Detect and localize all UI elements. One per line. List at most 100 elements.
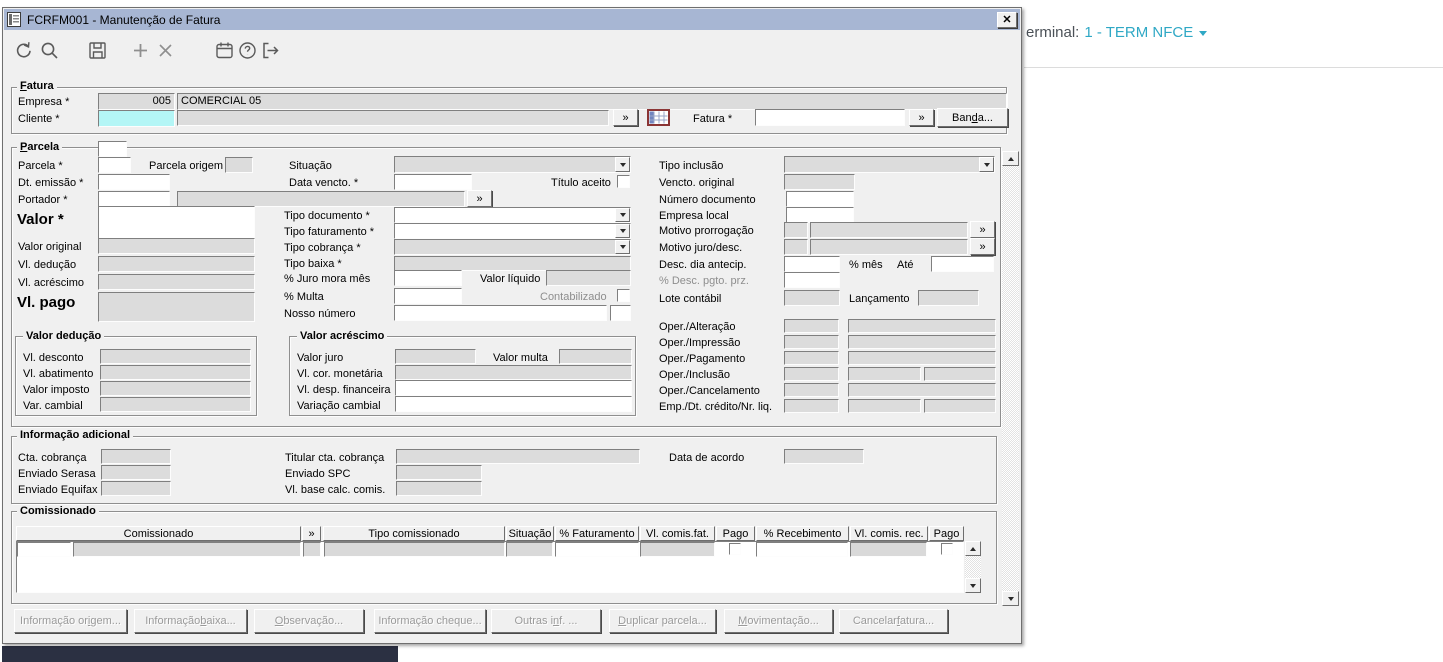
juro-mora-input[interactable] xyxy=(394,270,462,286)
scroll-down-button[interactable] xyxy=(965,578,981,593)
row-pct-recebimento-cell[interactable] xyxy=(756,542,848,557)
chevron-down-icon[interactable] xyxy=(615,224,630,238)
row-pct-faturamento-cell[interactable] xyxy=(555,542,639,557)
col-header-vl-comis-fat[interactable]: Vl. comis.fat. xyxy=(640,526,715,541)
fatura-lookup-button[interactable]: » xyxy=(909,109,934,126)
portador-input[interactable] xyxy=(98,191,170,207)
cliente-lookup-button[interactable]: » xyxy=(613,109,638,126)
tipo-inclusao-select[interactable] xyxy=(784,156,995,173)
col-header-lookup[interactable]: » xyxy=(302,526,321,541)
scroll-up-button[interactable] xyxy=(965,541,981,556)
col-header-pct-recebimento[interactable]: % Recebimento xyxy=(756,526,849,541)
situacao-label: Situação xyxy=(289,160,332,172)
save-icon[interactable] xyxy=(87,40,108,61)
chevron-down-icon[interactable] xyxy=(615,240,630,254)
observacao-button[interactable]: Observação... xyxy=(254,609,364,633)
grid-icon-button[interactable] xyxy=(647,109,670,126)
nosso-numero-label: Nosso número xyxy=(284,308,356,320)
chevron-down-icon xyxy=(1199,31,1208,36)
fatura-label: Fatura * xyxy=(693,113,733,125)
tipo-cobranca-select[interactable] xyxy=(394,239,631,255)
movimentacao-button[interactable]: Movimentação... xyxy=(724,609,833,633)
dt-emissao-input[interactable] xyxy=(98,174,170,190)
outras-inf-button[interactable]: Outras i n f. ... xyxy=(491,609,601,633)
col-header-comissionado[interactable]: Comissionado xyxy=(16,526,301,541)
col-header-situacao[interactable]: Situação xyxy=(506,526,554,541)
tipo-documento-select[interactable] xyxy=(394,207,631,223)
parcela-input[interactable] xyxy=(98,157,131,173)
variacao-cambial-input[interactable] xyxy=(395,396,632,412)
chevron-down-icon[interactable] xyxy=(615,208,630,222)
desc-dia-antecip-input[interactable] xyxy=(784,256,840,272)
row-pago-rec-checkbox[interactable] xyxy=(941,543,953,555)
valor-liquido-field xyxy=(546,270,631,286)
form-scrollbar[interactable] xyxy=(1002,151,1019,606)
help-icon[interactable] xyxy=(237,40,258,61)
tipo-inclusao-label: Tipo inclusão xyxy=(659,160,724,172)
fatura-input[interactable] xyxy=(755,109,905,126)
cliente-input[interactable] xyxy=(98,110,175,127)
motivo-prorrogacao-lookup-button[interactable]: » xyxy=(970,221,995,238)
informacao-cheque-button[interactable]: Informação cheque... xyxy=(374,609,486,633)
vl-deducao-field xyxy=(98,256,255,272)
col-header-pago-fat[interactable]: Pago xyxy=(716,526,755,541)
duplicar-parcela-button[interactable]: Duplicar parcela... xyxy=(609,609,716,633)
parcela-origem-label: Parcela origem xyxy=(149,160,223,172)
calendar-icon[interactable] xyxy=(214,40,235,61)
col-header-vl-comis-rec[interactable]: Vl. comis. rec. xyxy=(850,526,928,541)
exit-icon[interactable] xyxy=(260,40,281,61)
nosso-numero-input[interactable] xyxy=(394,305,607,321)
terminal-value: 1 - TERM NFCE xyxy=(1084,24,1194,41)
contabilizado-checkbox xyxy=(617,289,630,302)
row-lookup-cell xyxy=(303,542,321,557)
informacao-origem-button[interactable]: Informação or i gem... xyxy=(14,609,127,633)
multa-input[interactable] xyxy=(394,288,462,304)
valor-juro-field xyxy=(395,349,476,364)
situacao-select[interactable] xyxy=(394,156,631,173)
lancamento-field xyxy=(918,290,979,306)
col-header-pago-rec[interactable]: Pago xyxy=(929,526,964,541)
banda-button[interactable]: Ban d a... xyxy=(937,108,1008,127)
portador-lookup-button[interactable]: » xyxy=(467,190,492,207)
titulo-aceito-checkbox[interactable] xyxy=(617,175,630,188)
search-icon[interactable] xyxy=(39,40,60,61)
comissionado-scrollbar[interactable] xyxy=(965,541,981,593)
motivo-juro-lookup-button[interactable]: » xyxy=(970,238,995,255)
chevron-down-icon[interactable] xyxy=(979,157,994,172)
pct-desc-pgto-input[interactable] xyxy=(784,272,840,288)
vl-desp-financeira-label: Vl. desp. financeira xyxy=(297,384,391,396)
cancelar-fatura-button[interactable]: Cancelar f atura... xyxy=(839,609,948,633)
tipo-faturamento-label: Tipo faturamento * xyxy=(284,226,375,238)
scrollbar-track[interactable] xyxy=(1002,166,1019,591)
scroll-up-button[interactable] xyxy=(1002,151,1019,166)
tipo-faturamento-select[interactable] xyxy=(394,223,631,239)
row-pago-fat-checkbox[interactable] xyxy=(729,543,741,555)
vl-desp-financeira-input[interactable] xyxy=(395,380,632,396)
chevron-down-icon[interactable] xyxy=(615,157,630,172)
col-header-tipo-comissionado[interactable]: Tipo comissionado xyxy=(323,526,505,541)
header-divider xyxy=(1024,67,1443,68)
titlebar[interactable]: FCRFM001 - Manutenção de Fatura ✕ xyxy=(4,9,1020,30)
oper-inclusao-label: Oper./Inclusão xyxy=(659,369,730,381)
screen: erminal: 1 - TERM NFCE FCRFM001 - Manute… xyxy=(0,0,1443,662)
empresa-local-input[interactable] xyxy=(786,207,854,223)
scrollbar-track[interactable] xyxy=(965,556,981,578)
refresh-icon[interactable] xyxy=(13,40,34,61)
delete-icon[interactable] xyxy=(155,40,176,61)
oper-impressao-field xyxy=(848,335,996,349)
data-vencto-input[interactable] xyxy=(394,174,472,190)
col-header-pct-faturamento[interactable]: % Faturamento xyxy=(555,526,639,541)
scroll-down-button[interactable] xyxy=(1002,591,1019,606)
valor-input[interactable] xyxy=(98,206,255,241)
row-vl-comis-rec-cell xyxy=(850,542,927,557)
close-button[interactable]: ✕ xyxy=(997,11,1017,28)
ate-input[interactable] xyxy=(931,256,994,272)
cliente-label: Cliente * xyxy=(18,113,60,125)
fatura-window: FCRFM001 - Manutenção de Fatura ✕ Fatura… xyxy=(2,7,1022,644)
row-comissionado-code-cell[interactable] xyxy=(17,542,71,557)
add-icon[interactable] xyxy=(130,40,151,61)
terminal-selector[interactable]: erminal: 1 - TERM NFCE xyxy=(1026,24,1208,41)
enviado-equifax-label: Enviado Equifax xyxy=(18,484,98,496)
informacao-baixa-button[interactable]: Informação b aixa... xyxy=(134,609,247,633)
numero-documento-input[interactable] xyxy=(786,191,854,207)
